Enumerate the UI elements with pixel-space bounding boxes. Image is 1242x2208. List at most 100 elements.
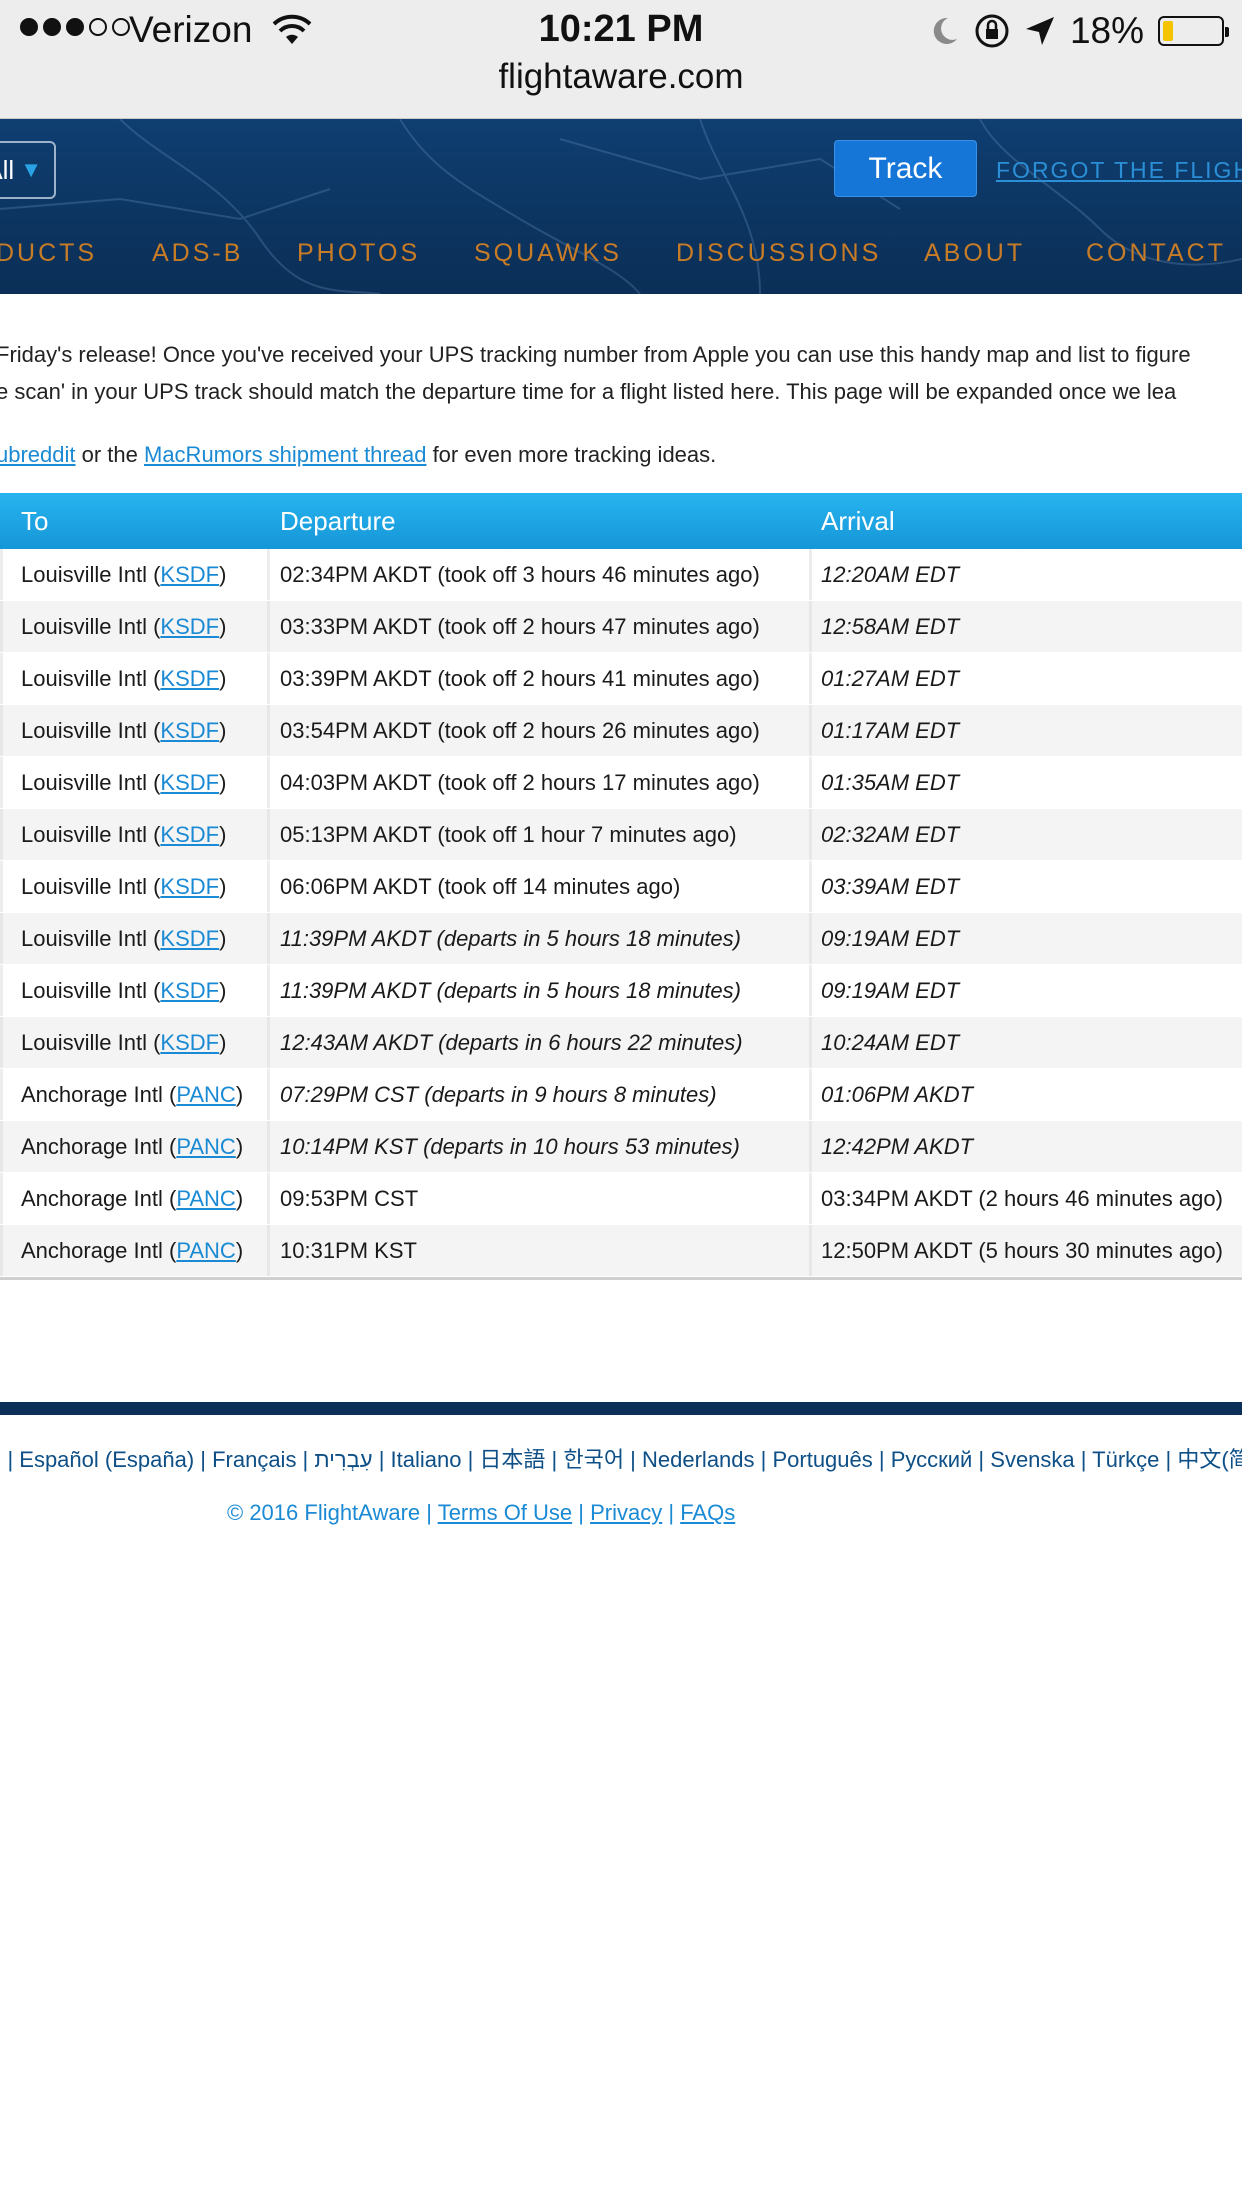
- table-row[interactable]: Louisville Intl (KSDF) 06:06PM AKDT (took…: [0, 861, 1242, 913]
- cell-divider: [809, 653, 812, 704]
- cell-divider: [0, 1069, 3, 1120]
- to-cell: Louisville Intl (KSDF): [21, 601, 226, 653]
- arrival-cell: 01:35AM EDT: [821, 770, 960, 795]
- intro-text: Friday's release! Once you've received y…: [0, 336, 1191, 410]
- cell-divider: [809, 965, 812, 1016]
- airport-code-link[interactable]: PANC: [176, 1082, 236, 1107]
- arrival-cell: 01:17AM EDT: [821, 718, 960, 743]
- cell-divider: [0, 1225, 3, 1276]
- arrival-cell: 12:50PM AKDT (5 hours 30 minutes ago): [821, 1238, 1223, 1263]
- table-row[interactable]: Louisville Intl (KSDF) 11:39PM AKDT (depa…: [0, 913, 1242, 965]
- airport-close-paren: ): [219, 562, 227, 587]
- airport-code-link[interactable]: KSDF: [160, 926, 219, 951]
- table-row[interactable]: Louisville Intl (KSDF) 03:33PM AKDT (took…: [0, 601, 1242, 653]
- nav-contact[interactable]: CONTACT: [1086, 239, 1226, 268]
- airport-code-link[interactable]: KSDF: [160, 874, 219, 899]
- departure-cell: 06:06PM AKDT (took off 14 minutes ago): [280, 874, 681, 899]
- airport-code-link[interactable]: KSDF: [160, 666, 219, 691]
- to-cell: Louisville Intl (KSDF): [21, 809, 226, 861]
- cell-divider: [267, 705, 270, 756]
- airport-code-link[interactable]: PANC: [176, 1186, 236, 1211]
- table-row[interactable]: Louisville Intl (KSDF) 04:03PM AKDT (took…: [0, 757, 1242, 809]
- nav-discussions[interactable]: DISCUSSIONS: [676, 239, 881, 268]
- terms-link[interactable]: Terms Of Use: [438, 1500, 572, 1525]
- airport-code-link[interactable]: KSDF: [160, 770, 219, 795]
- airport-code-link[interactable]: KSDF: [160, 978, 219, 1003]
- search-type-select[interactable]: All ▼: [0, 141, 56, 199]
- subreddit-link[interactable]: ubreddit: [0, 442, 76, 467]
- airport-code-link[interactable]: PANC: [176, 1134, 236, 1159]
- track-button[interactable]: Track: [834, 140, 977, 197]
- arrival-cell: 01:27AM EDT: [821, 666, 960, 691]
- airport-close-paren: ): [219, 822, 227, 847]
- cell-divider: [809, 601, 812, 652]
- nav-products[interactable]: DUCTS: [0, 239, 97, 268]
- cell-divider: [809, 809, 812, 860]
- table-row[interactable]: Anchorage Intl (PANC) 07:29PM CST (depart…: [0, 1069, 1242, 1121]
- departure-cell: 10:31PM KST: [280, 1238, 417, 1263]
- url-bar[interactable]: flightaware.com: [0, 57, 1242, 97]
- forgot-flight-link[interactable]: FORGOT THE FLIGHT: [996, 157, 1242, 184]
- table-row[interactable]: Louisville Intl (KSDF) 05:13PM AKDT (took…: [0, 809, 1242, 861]
- privacy-link[interactable]: Privacy: [590, 1500, 662, 1525]
- airport-code-link[interactable]: KSDF: [160, 1030, 219, 1055]
- to-cell: Louisville Intl (KSDF): [21, 757, 226, 809]
- cell-divider: [267, 1173, 270, 1224]
- main-nav: DUCTS ADS-B PHOTOS SQUAWKS DISCUSSIONS A…: [0, 239, 1242, 269]
- nav-squawks[interactable]: SQUAWKS: [474, 239, 622, 268]
- table-row[interactable]: Anchorage Intl (PANC) 10:31PM KST 12:50PM …: [0, 1225, 1242, 1277]
- arrival-cell: 09:19AM EDT: [821, 926, 960, 951]
- header-departure[interactable]: Departure: [280, 506, 396, 537]
- airport-name: Louisville Intl (: [21, 822, 161, 847]
- departure-cell: 03:39PM AKDT (took off 2 hours 41 minute…: [280, 666, 760, 691]
- airport-code-link[interactable]: KSDF: [160, 562, 219, 587]
- departure-cell: 12:43AM AKDT (departs in 6 hours 22 minu…: [280, 1030, 743, 1055]
- to-cell: Louisville Intl (KSDF): [21, 913, 226, 965]
- airport-close-paren: ): [235, 1238, 244, 1263]
- macrumors-thread-link[interactable]: MacRumors shipment thread: [144, 442, 426, 467]
- airport-name: Louisville Intl (: [21, 666, 161, 691]
- nav-about[interactable]: ABOUT: [924, 239, 1025, 268]
- to-cell: Louisville Intl (KSDF): [21, 705, 226, 757]
- cell-divider: [0, 705, 3, 756]
- table-row[interactable]: Louisville Intl (KSDF) 03:39PM AKDT (took…: [0, 653, 1242, 705]
- nav-ads-b[interactable]: ADS-B: [152, 239, 243, 268]
- arrival-cell: 10:24AM EDT: [821, 1030, 960, 1055]
- header-arrival[interactable]: Arrival: [821, 506, 895, 537]
- faqs-link[interactable]: FAQs: [680, 1500, 735, 1525]
- cell-divider: [267, 809, 270, 860]
- cell-divider: [267, 549, 270, 600]
- to-cell: Anchorage Intl (PANC): [21, 1069, 243, 1121]
- table-row[interactable]: Louisville Intl (KSDF) 12:43AM AKDT (depa…: [0, 1017, 1242, 1069]
- airport-close-paren: ): [235, 1134, 244, 1159]
- cell-divider: [809, 861, 812, 912]
- airport-close-paren: ): [219, 1030, 227, 1055]
- table-body: Louisville Intl (KSDF) 02:34PM AKDT (took…: [0, 549, 1242, 1277]
- departure-cell: 11:39PM AKDT (departs in 5 hours 18 minu…: [280, 926, 741, 951]
- footer-sep: |: [662, 1500, 681, 1525]
- airport-close-paren: ): [235, 1082, 244, 1107]
- airport-code-link[interactable]: KSDF: [160, 614, 219, 639]
- table-row[interactable]: Louisville Intl (KSDF) 11:39PM AKDT (depa…: [0, 965, 1242, 1017]
- arrival-cell: 12:58AM EDT: [821, 614, 960, 639]
- cell-divider: [0, 653, 3, 704]
- footer-sep: |: [572, 1500, 591, 1525]
- table-row[interactable]: Anchorage Intl (PANC) 09:53PM CST 03:34PM …: [0, 1173, 1242, 1225]
- cell-divider: [267, 1069, 270, 1120]
- departure-cell: 10:14PM KST (departs in 10 hours 53 minu…: [280, 1134, 740, 1159]
- table-row[interactable]: Louisville Intl (KSDF) 02:34PM AKDT (took…: [0, 549, 1242, 601]
- airport-code-link[interactable]: PANC: [176, 1238, 236, 1263]
- airport-name: Louisville Intl (: [21, 562, 161, 587]
- copyright-line: © 2016 FlightAware | Terms Of Use | Priv…: [227, 1500, 735, 1526]
- nav-photos[interactable]: PHOTOS: [297, 239, 420, 268]
- table-row[interactable]: Anchorage Intl (PANC) 10:14PM KST (depart…: [0, 1121, 1242, 1173]
- airport-code-link[interactable]: KSDF: [160, 718, 219, 743]
- language-list[interactable]: ) | Español (España) | Français | עִבְרִ…: [0, 1442, 1242, 1474]
- airport-name: Louisville Intl (: [21, 614, 161, 639]
- cell-divider: [0, 1017, 3, 1068]
- airport-code-link[interactable]: KSDF: [160, 822, 219, 847]
- header-to[interactable]: To: [21, 506, 48, 537]
- cell-divider: [267, 1121, 270, 1172]
- copyright-text: © 2016 FlightAware |: [227, 1500, 438, 1525]
- table-row[interactable]: Louisville Intl (KSDF) 03:54PM AKDT (took…: [0, 705, 1242, 757]
